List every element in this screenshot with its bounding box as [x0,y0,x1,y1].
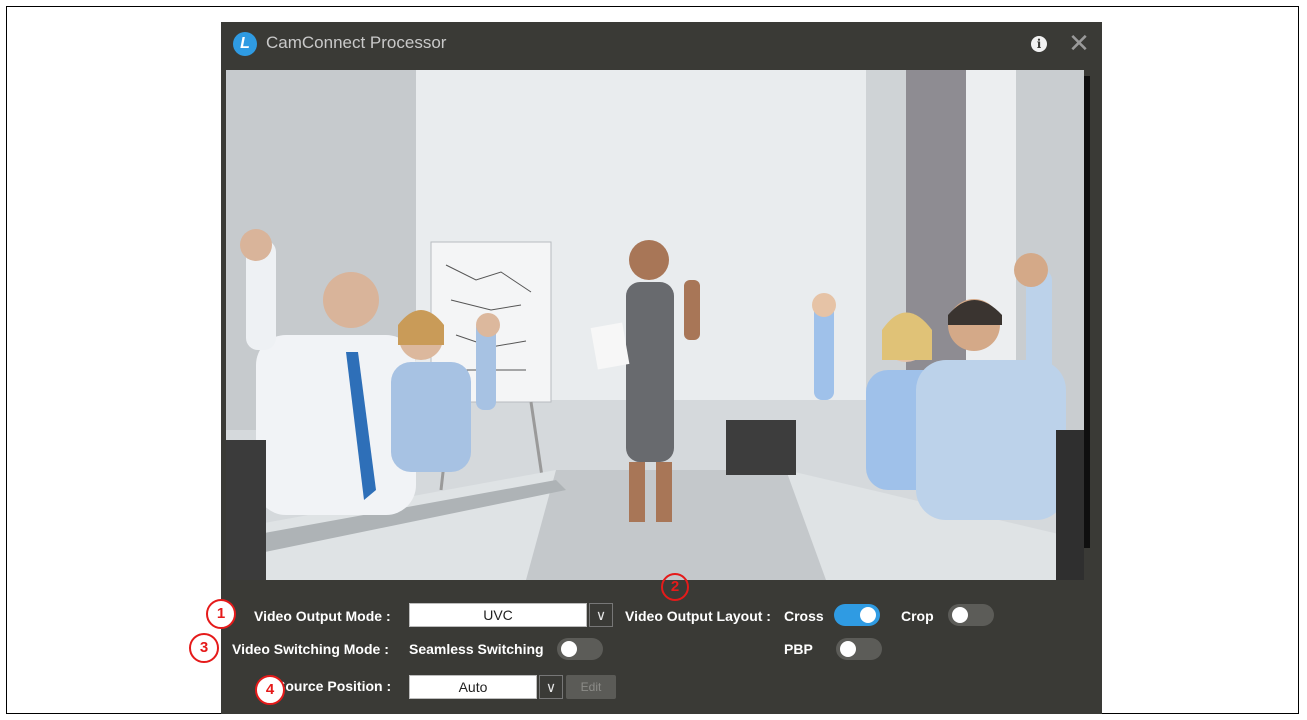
chevron-down-icon[interactable]: ∨ [589,603,613,627]
close-icon[interactable]: ✕ [1067,30,1091,56]
layout-option-crop-label: Crop [901,608,934,624]
callout-marker-4: 4 [255,675,285,705]
toggle-knob [952,607,968,623]
app-logo-icon: L [233,32,257,56]
video-preview [226,70,1084,580]
layout-cross-toggle[interactable] [834,604,880,626]
layout-pbp-toggle[interactable] [836,638,882,660]
video-scrollbar[interactable] [1084,76,1090,548]
source-position-select[interactable]: Auto [409,675,537,699]
video-output-mode-select[interactable]: UVC [409,603,587,627]
title-bar: L CamConnect Processor i ✕ [221,22,1102,66]
layout-option-cross-label: Cross [784,608,824,624]
seamless-switching-label: Seamless Switching [409,641,544,657]
callout-marker-1: 1 [206,599,236,629]
toggle-knob [840,641,856,657]
info-icon[interactable]: i [1031,36,1047,52]
callout-marker-3: 3 [189,633,219,663]
toggle-knob [860,607,876,623]
app-title: CamConnect Processor [266,33,447,52]
app-window: L CamConnect Processor i ✕ Video Output … [221,22,1102,714]
layout-option-pbp-label: PBP [784,641,813,657]
video-output-layout-label: Video Output Layout : [625,608,771,624]
edit-button[interactable]: Edit [566,675,616,699]
chevron-down-icon[interactable]: ∨ [539,675,563,699]
seamless-switching-toggle[interactable] [557,638,603,660]
source-position-label: Source Position : [276,678,392,694]
callout-marker-2: 2 [661,573,689,601]
layout-crop-toggle[interactable] [948,604,994,626]
toggle-knob [561,641,577,657]
video-switching-mode-label: Video Switching Mode : [232,641,389,657]
video-output-mode-label: Video Output Mode : [254,608,391,624]
